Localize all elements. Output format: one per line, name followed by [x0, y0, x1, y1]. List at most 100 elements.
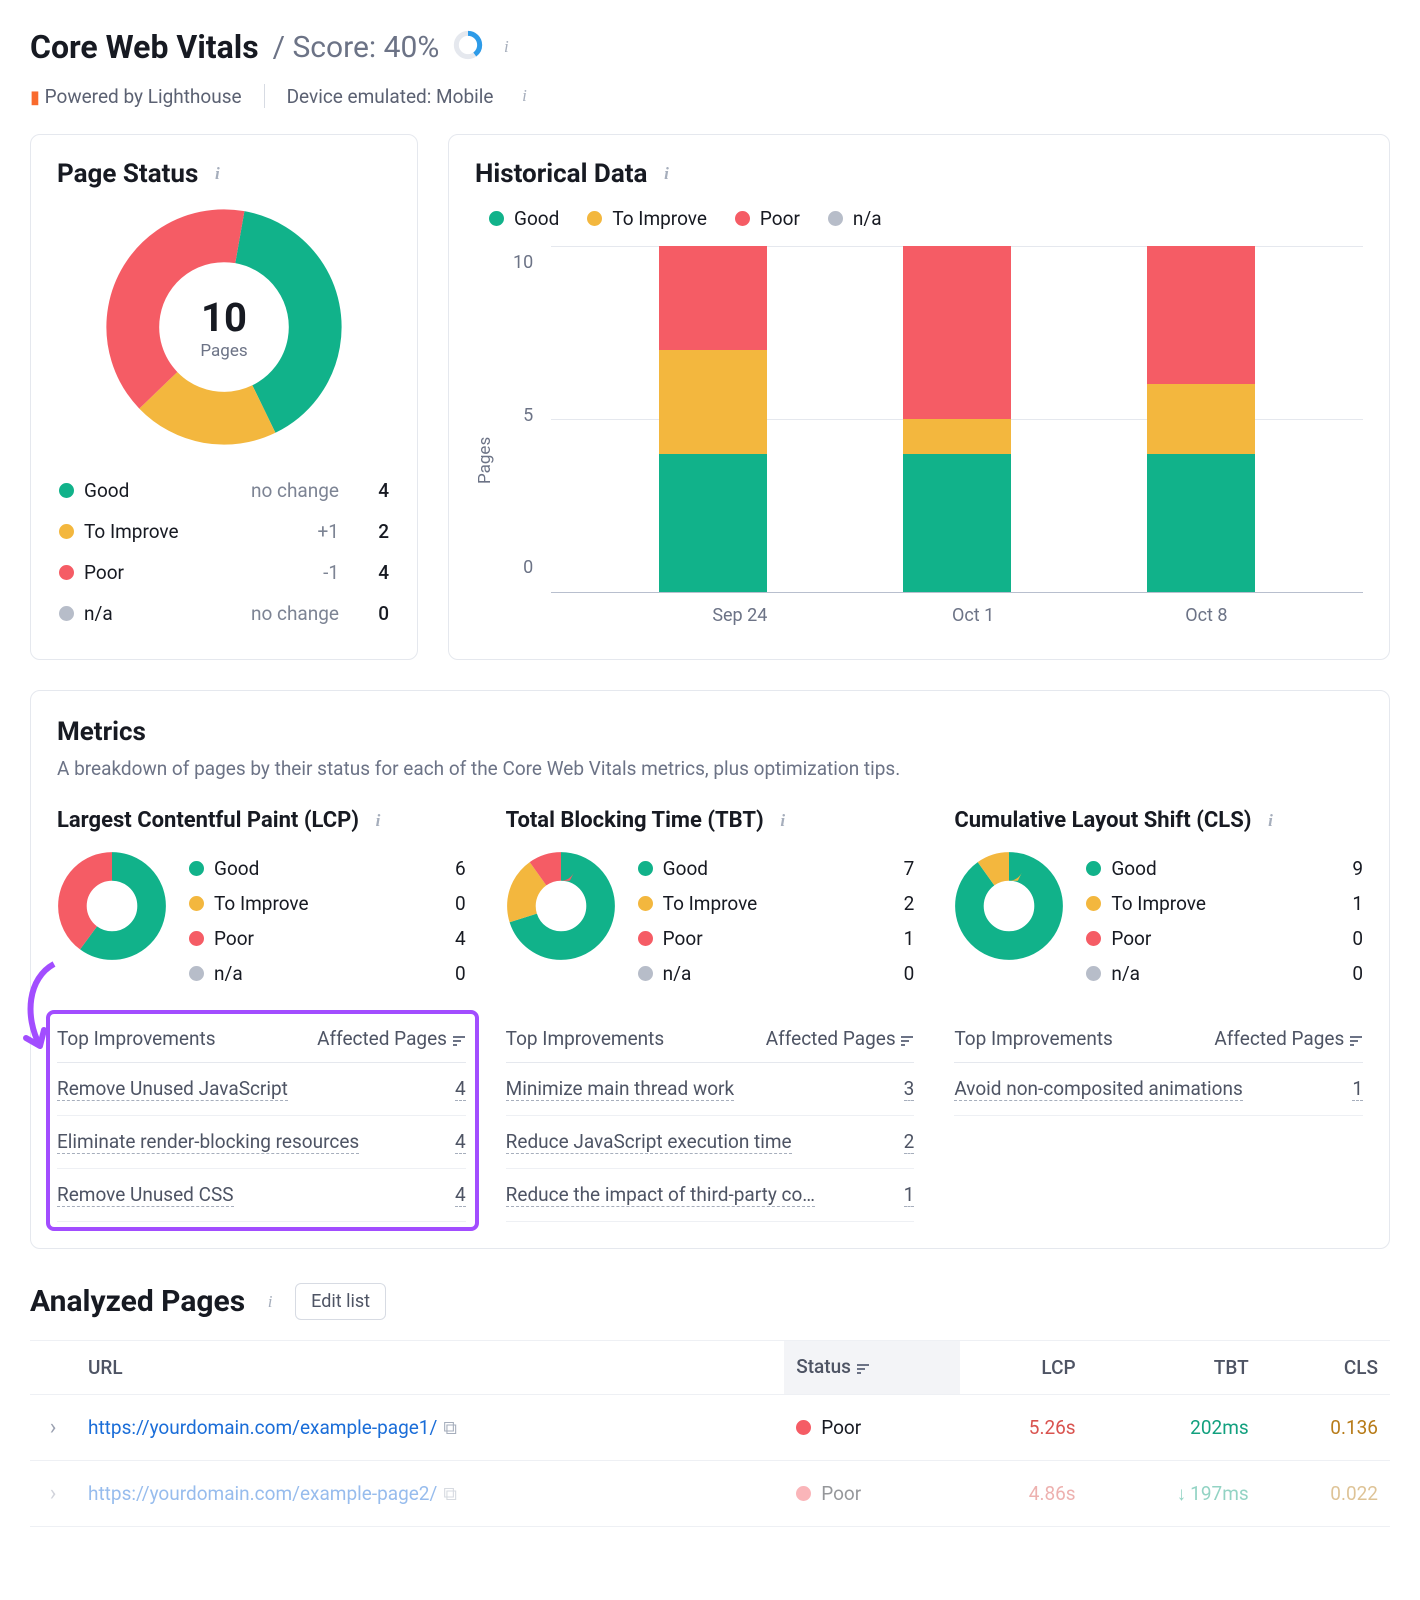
- legend-item: n/a: [828, 207, 882, 230]
- bar-column[interactable]: [903, 246, 1011, 592]
- improvement-row[interactable]: Eliminate render-blocking resources 4: [57, 1116, 466, 1169]
- metric-donut: [57, 851, 167, 961]
- external-link-icon[interactable]: ⧉: [443, 1416, 457, 1439]
- cls-value: 0.136: [1261, 1395, 1390, 1461]
- legend-label: n/a: [84, 602, 113, 625]
- improvement-row[interactable]: Reduce the impact of third-party co… 1: [506, 1169, 915, 1222]
- metric-column: Cumulative Layout Shift (CLS)iGood9To Im…: [954, 808, 1363, 1222]
- expand-row-toggle[interactable]: ›: [30, 1395, 76, 1461]
- info-icon[interactable]: i: [497, 38, 515, 56]
- improvement-row[interactable]: Reduce JavaScript execution time 2: [506, 1116, 915, 1169]
- metric-legend-row: Good7: [638, 851, 915, 886]
- legend-label: Good: [84, 479, 129, 502]
- improvement-count[interactable]: 1: [904, 1183, 915, 1207]
- lcp-value: 4.86s: [960, 1461, 1088, 1527]
- metric-legend-row: Good6: [189, 851, 466, 886]
- status-cell: Poor: [784, 1395, 960, 1461]
- score-donut-icon: [453, 30, 483, 64]
- improvement-name[interactable]: Minimize main thread work: [506, 1077, 734, 1101]
- info-icon[interactable]: i: [208, 165, 226, 183]
- improvement-name[interactable]: Remove Unused JavaScript: [57, 1077, 288, 1101]
- info-icon[interactable]: i: [515, 87, 533, 105]
- legend-item: Poor: [735, 207, 800, 230]
- info-icon[interactable]: i: [369, 812, 387, 830]
- page-url-link[interactable]: https://yourdomain.com/example-page2/: [88, 1482, 437, 1505]
- col-cls[interactable]: CLS: [1261, 1341, 1390, 1395]
- metric-legend-row: n/a0: [1086, 956, 1363, 991]
- score-text: / Score: 40%: [273, 30, 440, 65]
- metric-legend-row: To Improve0: [189, 886, 466, 921]
- external-link-icon[interactable]: ⧉: [443, 1482, 457, 1505]
- metric-legend-row: Poor4: [189, 921, 466, 956]
- improvement-count[interactable]: 3: [904, 1077, 915, 1101]
- improvement-name[interactable]: Avoid non-composited animations: [954, 1077, 1242, 1101]
- improvement-count[interactable]: 1: [1352, 1077, 1363, 1101]
- cls-value: 0.022: [1261, 1461, 1390, 1527]
- tbt-value: ↓197ms: [1088, 1461, 1261, 1527]
- table-row: › https://yourdomain.com/example-page2/ ⧉ P…: [30, 1461, 1390, 1527]
- metric-legend-row: n/a0: [638, 956, 915, 991]
- page-title: Core Web Vitals: [30, 28, 259, 66]
- improvement-count[interactable]: 4: [455, 1077, 466, 1101]
- improvement-name[interactable]: Reduce the impact of third-party co…: [506, 1183, 815, 1207]
- legend-value: 0: [359, 594, 389, 633]
- legend-change: no change: [218, 594, 357, 633]
- legend-change: +1: [218, 512, 357, 551]
- page-status-panel: Page Statusi 10 Pages Goodno change4To I…: [30, 134, 418, 660]
- bar-column[interactable]: [659, 246, 767, 592]
- improvement-row[interactable]: Avoid non-composited animations 1: [954, 1063, 1363, 1116]
- x-tick-label: Oct 8: [1152, 605, 1260, 626]
- col-status[interactable]: Status: [784, 1341, 960, 1395]
- status-cell: Poor: [784, 1461, 960, 1527]
- improvement-name[interactable]: Reduce JavaScript execution time: [506, 1130, 792, 1154]
- sort-icon: [452, 1029, 466, 1052]
- metrics-panel: Metrics A breakdown of pages by their st…: [30, 690, 1390, 1249]
- table-row: › https://yourdomain.com/example-page1/ ⧉ P…: [30, 1395, 1390, 1461]
- improvements-header-right[interactable]: Affected Pages: [766, 1027, 915, 1052]
- legend-value: 4: [359, 471, 389, 510]
- tbt-value: 202ms: [1088, 1395, 1261, 1461]
- improvement-row[interactable]: Remove Unused JavaScript 4: [57, 1063, 466, 1116]
- bar-column[interactable]: [1147, 246, 1255, 592]
- historical-data-panel: Historical Datai GoodTo ImprovePoorn/a P…: [448, 134, 1390, 660]
- improvement-row[interactable]: Minimize main thread work 3: [506, 1063, 915, 1116]
- metric-legend-row: To Improve2: [638, 886, 915, 921]
- edit-list-button[interactable]: Edit list: [295, 1283, 386, 1320]
- improvements-header-right[interactable]: Affected Pages: [317, 1027, 466, 1052]
- expand-row-toggle[interactable]: ›: [30, 1461, 76, 1527]
- info-icon[interactable]: i: [1261, 812, 1279, 830]
- page-url-link[interactable]: https://yourdomain.com/example-page1/: [88, 1416, 437, 1439]
- improvement-count[interactable]: 4: [455, 1183, 466, 1207]
- legend-change: no change: [218, 471, 357, 510]
- metric-donut: [506, 851, 616, 961]
- info-icon[interactable]: i: [261, 1293, 279, 1311]
- improvements-header-left: Top Improvements: [506, 1027, 665, 1052]
- legend-label: Poor: [84, 561, 124, 584]
- powered-by-text: Powered by Lighthouse: [45, 85, 242, 108]
- improvement-name[interactable]: Remove Unused CSS: [57, 1183, 234, 1207]
- info-icon[interactable]: i: [774, 812, 792, 830]
- improvements-header-right[interactable]: Affected Pages: [1214, 1027, 1363, 1052]
- metric-column: Largest Contentful Paint (LCP)iGood6To I…: [57, 808, 466, 1222]
- improvement-row[interactable]: Remove Unused CSS 4: [57, 1169, 466, 1222]
- lcp-value: 5.26s: [960, 1395, 1088, 1461]
- x-tick-label: Oct 1: [919, 605, 1027, 626]
- col-lcp[interactable]: LCP: [960, 1341, 1088, 1395]
- sort-icon: [900, 1029, 914, 1052]
- info-icon[interactable]: i: [657, 165, 675, 183]
- metric-legend-row: Good9: [1086, 851, 1363, 886]
- legend-label: To Improve: [84, 520, 179, 543]
- improvements-header-left: Top Improvements: [57, 1027, 216, 1052]
- col-tbt[interactable]: TBT: [1088, 1341, 1261, 1395]
- y-axis-label: Pages: [475, 246, 495, 626]
- legend-item: Good: [489, 207, 559, 230]
- improvement-count[interactable]: 2: [904, 1130, 915, 1154]
- metric-column: Total Blocking Time (TBT)iGood7To Improv…: [506, 808, 915, 1222]
- col-url[interactable]: URL: [76, 1341, 784, 1395]
- sort-icon: [1349, 1029, 1363, 1052]
- trend-down-icon: ↓: [1177, 1482, 1187, 1505]
- legend-item: To Improve: [587, 207, 707, 230]
- improvement-count[interactable]: 4: [455, 1130, 466, 1154]
- improvement-name[interactable]: Eliminate render-blocking resources: [57, 1130, 359, 1154]
- analyzed-pages-table: URL Status LCP TBT CLS › https://yourdoma…: [30, 1340, 1390, 1527]
